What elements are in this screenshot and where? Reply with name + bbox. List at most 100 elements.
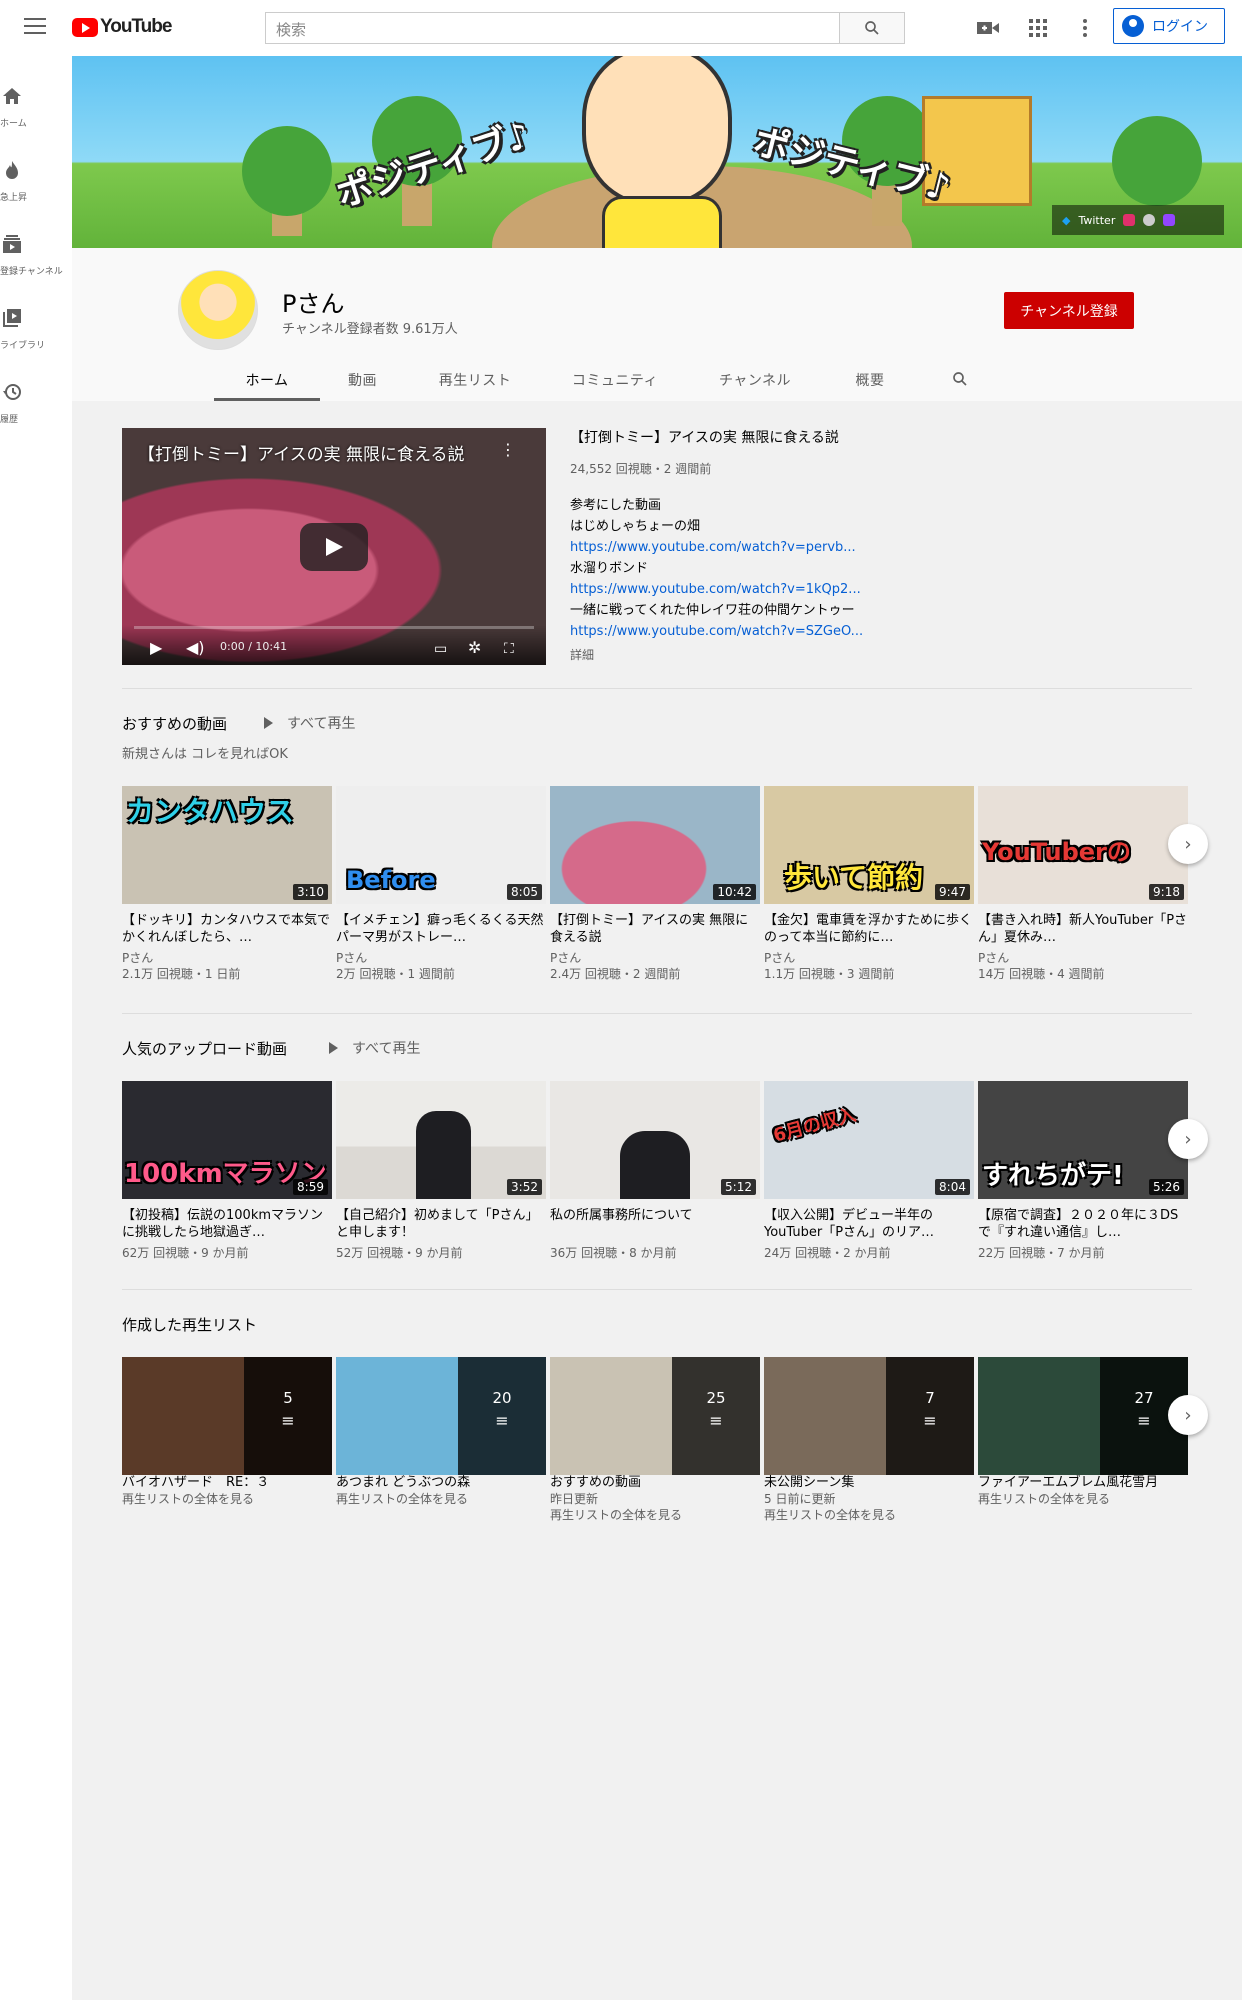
playlist-title[interactable]: あつまれ どうぶつの森 [336,1475,546,1491]
guide-item-home[interactable]: ホーム [0,66,72,140]
search-input[interactable]: 検索 [265,12,840,44]
fullscreen-icon[interactable]: ⛶ [504,641,514,657]
video-card[interactable]: 10:42 【打倒トミー】アイスの実 無限に食える説 Pさん 2.4万 回視聴・… [550,786,760,982]
player-title[interactable]: 【打倒トミー】アイスの実 無限に食える説 [138,440,465,465]
shelf-title[interactable]: 人気のアップロード動画 [122,1038,287,1059]
playlist-title[interactable]: おすすめの動画 [550,1475,760,1491]
play-icon[interactable]: ▶ [150,638,162,657]
tab-home[interactable]: ホーム [214,360,320,401]
video-title[interactable]: 【書き入れ時】新人YouTuber「Pさん」夏休み… [978,912,1188,946]
website-icon[interactable] [1143,214,1156,226]
video-channel[interactable]: Pさん [978,950,1188,966]
video-title[interactable]: 【自己紹介】初めまして「Pさん」と申します！ [336,1207,546,1241]
play-all-button[interactable]: すべて再生 [264,713,355,733]
video-thumbnail[interactable]: YouTuberの 9:18 [978,786,1188,904]
featured-title[interactable]: 【打倒トミー】アイスの実 無限に食える説 [570,428,1170,448]
video-channel[interactable]: Pさん [764,950,974,966]
playlist-title[interactable]: 未公開シーン集 [764,1475,974,1491]
volume-icon[interactable]: ◀) [186,638,205,657]
video-title[interactable]: 【初投稿】伝説の100kmマラソンに挑戦したら地獄過ぎ… [122,1207,332,1241]
tab-community[interactable]: コミュニティ [545,360,685,401]
playlist-thumbnail[interactable]: 27 ≡ [978,1357,1188,1475]
playlist-card[interactable]: 5 ≡ バイオハザード RE：３ 再生リストの全体を見る [122,1357,332,1507]
twitter-link[interactable]: Twitter [1078,214,1115,227]
playlist-view-full[interactable]: 再生リストの全体を見る [550,1507,760,1523]
tab-channels[interactable]: チャンネル [685,360,825,401]
video-thumbnail[interactable]: 10:42 [550,786,760,904]
chevron-right-icon[interactable]: › [1168,1119,1208,1159]
video-thumbnail[interactable]: 歩いて節約 9:47 [764,786,974,904]
playlist-card[interactable]: 25 ≡ おすすめの動画 昨日更新 再生リストの全体を見る [550,1357,760,1523]
playlist-thumbnail[interactable]: 20 ≡ [336,1357,546,1475]
desc-link[interactable]: https://www.youtube.com/watch?v=1kQp2... [570,579,1170,600]
video-title[interactable]: 【イメチェン】癖っ毛くるくる天然パーマ男がストレー… [336,912,546,946]
play-all-button[interactable]: すべて再生 [329,1038,420,1058]
tab-search[interactable] [915,360,1005,401]
chevron-right-icon[interactable]: › [1168,1395,1208,1435]
playlist-thumbnail[interactable]: 5 ≡ [122,1357,332,1475]
video-thumbnail[interactable]: Before 8:05 [336,786,546,904]
guide-item-subscriptions[interactable]: 登録チャンネル [0,214,72,288]
subtitles-icon[interactable]: ▭ [434,641,447,657]
playlist-thumbnail[interactable]: 7 ≡ [764,1357,974,1475]
more-vert-icon[interactable] [1073,16,1097,40]
create-video-icon[interactable] [976,16,1000,40]
menu-icon[interactable] [24,18,46,36]
video-title[interactable]: 【金欠】電車賃を浮かすために歩くのって本当に節約に… [764,912,974,946]
video-thumbnail[interactable]: 3:52 [336,1081,546,1199]
video-title[interactable]: 【収入公開】デビュー半年のYouTuber「Pさん」のリア… [764,1207,974,1241]
video-card[interactable]: 6月の収入 8:04 【収入公開】デビュー半年のYouTuber「Pさん」のリア…… [764,1081,974,1261]
video-card[interactable]: YouTuberの 9:18 【書き入れ時】新人YouTuber「Pさん」夏休み…… [978,786,1188,982]
play-button[interactable] [300,523,368,571]
channel-avatar[interactable] [178,270,258,350]
guide-item-history[interactable]: 履歴 [0,362,72,436]
video-card[interactable]: 3:52 【自己紹介】初めまして「Pさん」と申します！ 52万 回視聴・9 か月… [336,1081,546,1261]
video-thumbnail[interactable]: 100kmマラソン 8:59 [122,1081,332,1199]
playlist-card[interactable]: 20 ≡ あつまれ どうぶつの森 再生リストの全体を見る [336,1357,546,1507]
desc-link[interactable]: https://www.youtube.com/watch?v=pervb... [570,537,1170,558]
video-channel[interactable]: Pさん [550,950,760,966]
playlist-view-full[interactable]: 再生リストの全体を見る [764,1507,974,1523]
twitch-icon[interactable] [1163,214,1176,226]
guide-item-library[interactable]: ライブラリ [0,288,72,362]
tab-playlists[interactable]: 再生リスト [405,360,545,401]
video-title[interactable]: 【原宿で調査】２０２０年に３DSで『すれ違い通信』し… [978,1207,1188,1241]
featured-video-player[interactable]: 【打倒トミー】アイスの実 無限に食える説 ⋮ ▶ ◀) 0:00 / 10:41… [122,428,546,665]
youtube-logo[interactable]: YouTube [72,16,172,38]
settings-icon[interactable]: ✲ [468,638,481,657]
subscribe-button[interactable]: チャンネル登録 [1004,292,1134,329]
video-card[interactable]: すれちがテ! 5:26 【原宿で調査】２０２０年に３DSで『すれ違い通信』し… 2… [978,1081,1188,1261]
guide-item-trending[interactable]: 急上昇 [0,140,72,214]
playlist-card[interactable]: 27 ≡ ファイアーエムブレム風花雪月 再生リストの全体を見る [978,1357,1188,1507]
video-title[interactable]: 【打倒トミー】アイスの実 無限に食える説 [550,912,760,946]
instagram-icon[interactable] [1123,214,1136,226]
playlist-card[interactable]: 7 ≡ 未公開シーン集 5 日前に更新 再生リストの全体を見る [764,1357,974,1523]
video-card[interactable]: 歩いて節約 9:47 【金欠】電車賃を浮かすために歩くのって本当に節約に… Pさん… [764,786,974,982]
read-more-link[interactable]: 詳細 [570,646,1170,663]
video-thumbnail[interactable]: カンタハウス 3:10 [122,786,332,904]
playlist-title[interactable]: バイオハザード RE：３ [122,1475,332,1491]
playlist-thumbnail[interactable]: 25 ≡ [550,1357,760,1475]
playlist-view-full[interactable]: 再生リストの全体を見る [336,1491,546,1507]
video-title[interactable]: 【ドッキリ】カンタハウスで本気でかくれんぼしたら、… [122,912,332,946]
apps-grid-icon[interactable] [1026,16,1050,40]
search-button[interactable] [840,12,905,44]
playlist-view-full[interactable]: 再生リストの全体を見る [122,1491,332,1507]
playlist-view-full[interactable]: 再生リストの全体を見る [978,1491,1188,1507]
video-card[interactable]: カンタハウス 3:10 【ドッキリ】カンタハウスで本気でかくれんぼしたら、… Pさ… [122,786,332,982]
playlist-title[interactable]: ファイアーエムブレム風花雪月 [978,1475,1188,1491]
progress-bar[interactable] [134,626,534,629]
video-thumbnail[interactable]: 5:12 [550,1081,760,1199]
video-thumbnail[interactable]: すれちがテ! 5:26 [978,1081,1188,1199]
video-thumbnail[interactable]: 6月の収入 8:04 [764,1081,974,1199]
login-button[interactable]: ログイン [1113,8,1225,44]
shelf-title[interactable]: おすすめの動画 [122,713,227,734]
video-channel[interactable]: Pさん [336,950,546,966]
twitter-icon[interactable]: ◆ [1062,214,1070,227]
chevron-right-icon[interactable]: › [1168,824,1208,864]
tab-videos[interactable]: 動画 [320,360,405,401]
video-card[interactable]: Before 8:05 【イメチェン】癖っ毛くるくる天然パーマ男がストレー… Pさ… [336,786,546,982]
desc-link[interactable]: https://www.youtube.com/watch?v=SZGeO... [570,621,1170,642]
more-vert-icon[interactable]: ⋮ [500,440,516,459]
tab-about[interactable]: 概要 [825,360,915,401]
